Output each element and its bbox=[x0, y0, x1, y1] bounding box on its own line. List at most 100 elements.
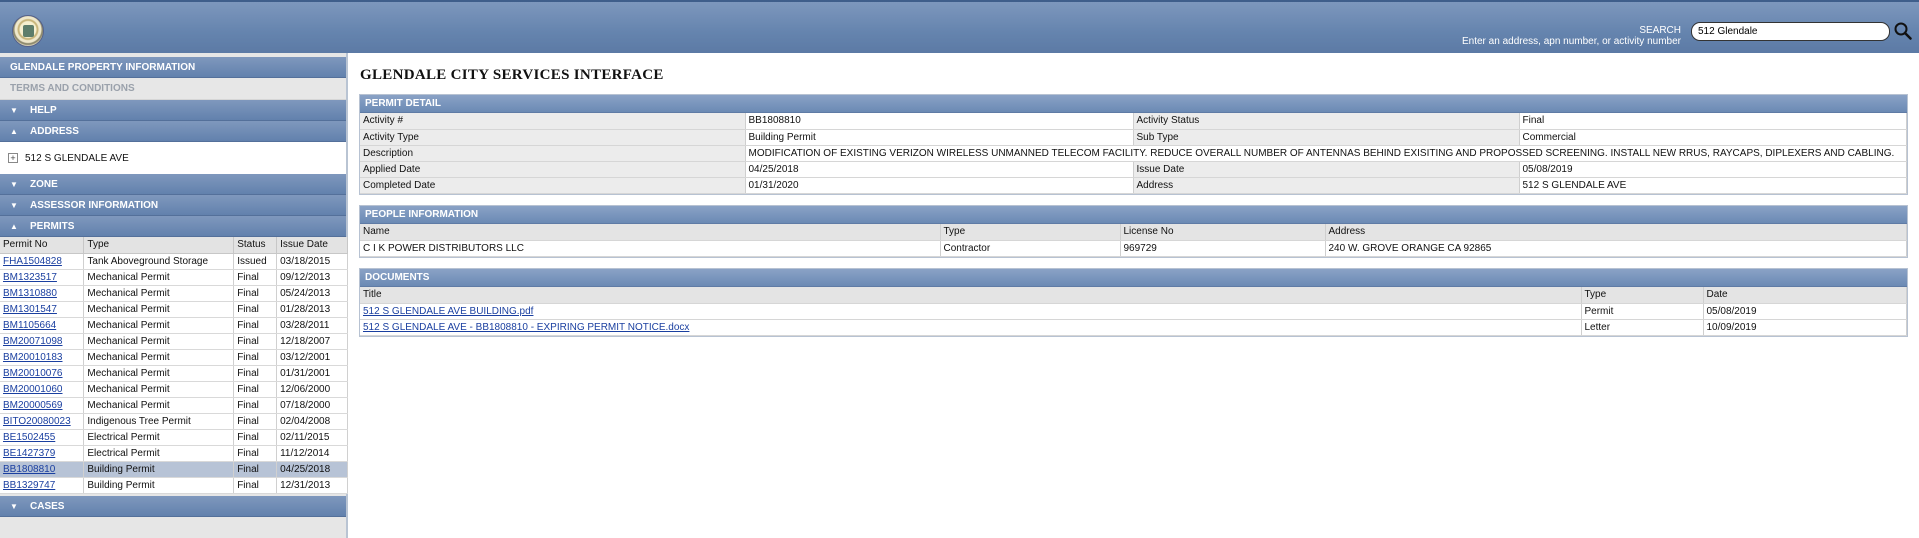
table-row[interactable]: 512 S GLENDALE AVE - BB1808810 - EXPIRIN… bbox=[360, 319, 1907, 336]
permit-type: Mechanical Permit bbox=[83, 397, 235, 414]
documents-panel: DOCUMENTS Title Type Date 512 S GLENDALE… bbox=[359, 268, 1908, 337]
table-row[interactable]: BE1502455 Electrical Permit Final 02/11/201… bbox=[0, 429, 348, 446]
terms-link[interactable]: TERMS AND CONDITIONS bbox=[0, 78, 346, 100]
permits-section-toggle[interactable]: ▲ PERMITS bbox=[0, 216, 346, 237]
table-row[interactable]: BM20010076 Mechanical Permit Final 01/31/20… bbox=[0, 365, 348, 382]
table-row[interactable]: FHA1504828 Tank Aboveground Storage Issued… bbox=[0, 253, 348, 270]
permit-link[interactable]: BM1301547 bbox=[3, 304, 57, 315]
column-header: Type bbox=[83, 237, 235, 254]
chevron-up-icon: ▲ bbox=[10, 127, 18, 136]
sub-type: Commercial bbox=[1519, 129, 1907, 146]
table-row[interactable]: BE1427379 Electrical Permit Final 11/12/201… bbox=[0, 445, 348, 462]
cases-label: CASES bbox=[30, 500, 65, 512]
field-label: Description bbox=[360, 145, 746, 162]
city-seal-logo[interactable] bbox=[12, 15, 44, 47]
issue-date: 05/08/2019 bbox=[1519, 161, 1907, 178]
field-label: Activity Type bbox=[360, 129, 746, 146]
permit-status: Final bbox=[233, 477, 278, 494]
assessor-label: ASSESSOR INFORMATION bbox=[30, 200, 159, 211]
permit-status: Final bbox=[233, 461, 278, 478]
permit-link[interactable]: BM20000569 bbox=[3, 400, 63, 411]
zone-section-toggle[interactable]: ▼ ZONE bbox=[0, 174, 346, 195]
address-section-toggle[interactable]: ▲ ADDRESS bbox=[0, 121, 346, 142]
address-item[interactable]: + 512 S GLENDALE AVE bbox=[0, 142, 346, 174]
page-title: GLENDALE CITY SERVICES INTERFACE bbox=[360, 67, 664, 83]
property-info-header[interactable]: GLENDALE PROPERTY INFORMATION bbox=[0, 57, 346, 78]
permit-link[interactable]: BM1105664 bbox=[3, 320, 56, 331]
search-input[interactable] bbox=[1691, 22, 1890, 41]
assessor-section-toggle[interactable]: ▼ ASSESSOR INFORMATION bbox=[0, 195, 346, 216]
permits-header-row: Permit No Type Status Issue Date bbox=[0, 237, 348, 254]
permit-type: Mechanical Permit bbox=[83, 269, 235, 286]
table-row[interactable]: BB1329747 Building Permit Final 12/31/2013 bbox=[0, 477, 348, 494]
permit-link[interactable]: BE1502455 bbox=[3, 432, 55, 443]
chevron-down-icon: ▼ bbox=[10, 501, 18, 511]
permit-type: Mechanical Permit bbox=[83, 285, 235, 302]
permit-date: 07/18/2000 bbox=[276, 397, 348, 414]
column-header: Title bbox=[360, 287, 1582, 304]
completed-date: 01/31/2020 bbox=[745, 177, 1134, 194]
zone-label: ZONE bbox=[30, 179, 58, 190]
column-header: License No bbox=[1120, 224, 1326, 241]
column-header: Status bbox=[233, 237, 278, 254]
sidebar: GLENDALE PROPERTY INFORMATION TERMS AND … bbox=[0, 53, 348, 538]
address-value: 512 S GLENDALE AVE bbox=[25, 153, 129, 164]
permit-date: 03/18/2015 bbox=[276, 253, 348, 270]
permits-label: PERMITS bbox=[30, 221, 75, 232]
table-row[interactable]: BITO20080023 Indigenous Tree Permit Final 0… bbox=[0, 413, 348, 430]
permit-link[interactable]: BB1808810 bbox=[3, 464, 55, 475]
expand-plus-icon[interactable]: + bbox=[8, 153, 18, 163]
people-panel: PEOPLE INFORMATION Name Type License No … bbox=[359, 205, 1908, 258]
permit-status: Final bbox=[233, 333, 278, 350]
main-content: GLENDALE CITY SERVICES INTERFACE PERMIT … bbox=[351, 53, 1919, 538]
document-link[interactable]: 512 S GLENDALE AVE BUILDING.pdf bbox=[363, 306, 533, 317]
document-link[interactable]: 512 S GLENDALE AVE - BB1808810 - EXPIRIN… bbox=[363, 322, 689, 333]
column-header: Date bbox=[1703, 287, 1907, 304]
permit-link[interactable]: BM20010183 bbox=[3, 352, 63, 363]
cases-section-toggle[interactable]: ▼ CASES bbox=[0, 495, 346, 517]
document-type: Letter bbox=[1581, 319, 1704, 336]
permit-type: Building Permit bbox=[83, 461, 235, 478]
permit-type: Indigenous Tree Permit bbox=[83, 413, 235, 430]
top-header: SEARCH Enter an address, apn number, or … bbox=[0, 0, 1919, 53]
permit-link[interactable]: BB1329747 bbox=[3, 480, 55, 491]
permit-link[interactable]: BM1310880 bbox=[3, 288, 57, 299]
table-row[interactable]: BM20071098 Mechanical Permit Final 12/18/20… bbox=[0, 333, 348, 350]
table-row[interactable]: BM20001060 Mechanical Permit Final 12/06/20… bbox=[0, 381, 348, 398]
field-label: Address bbox=[1133, 177, 1520, 194]
permit-link[interactable]: FHA1504828 bbox=[3, 256, 62, 267]
permit-link[interactable]: BM20010076 bbox=[3, 368, 63, 379]
permit-link[interactable]: BM1323517 bbox=[3, 272, 57, 283]
chevron-down-icon: ▼ bbox=[10, 180, 18, 189]
table-row[interactable]: BM1105664 Mechanical Permit Final 03/28/201… bbox=[0, 317, 348, 334]
chevron-down-icon: ▼ bbox=[10, 106, 18, 115]
permit-link[interactable]: BM20071098 bbox=[3, 336, 63, 347]
permit-date: 02/11/2015 bbox=[276, 429, 348, 446]
permit-type: Electrical Permit bbox=[83, 445, 235, 462]
permit-link[interactable]: BM20001060 bbox=[3, 384, 63, 395]
table-row[interactable]: BM1310880 Mechanical Permit Final 05/24/201… bbox=[0, 285, 348, 302]
document-type: Permit bbox=[1581, 303, 1704, 320]
table-row-selected[interactable]: BB1808810 Building Permit Final 04/25/2018 bbox=[0, 461, 348, 478]
permit-date: 12/06/2000 bbox=[276, 381, 348, 398]
table-row[interactable]: BM1323517 Mechanical Permit Final 09/12/201… bbox=[0, 269, 348, 286]
people-heading: PEOPLE INFORMATION bbox=[360, 206, 1907, 224]
permit-status: Final bbox=[233, 269, 278, 286]
permit-type: Mechanical Permit bbox=[83, 333, 235, 350]
help-section-toggle[interactable]: ▼ HELP bbox=[0, 100, 346, 121]
table-row[interactable]: BM1301547 Mechanical Permit Final 01/28/201… bbox=[0, 301, 348, 318]
search-icon[interactable] bbox=[1893, 21, 1913, 41]
permit-date: 04/25/2018 bbox=[276, 461, 348, 478]
table-row: C I K POWER DISTRIBUTORS LLC Contractor … bbox=[360, 240, 1907, 257]
permit-status: Final bbox=[233, 413, 278, 430]
permits-table: Permit No Type Status Issue Date FHA1504… bbox=[0, 237, 348, 494]
field-label: Applied Date bbox=[360, 161, 746, 178]
table-row[interactable]: BM20010183 Mechanical Permit Final 03/12/20… bbox=[0, 349, 348, 366]
permit-link[interactable]: BITO20080023 bbox=[3, 416, 71, 427]
table-row[interactable]: BM20000569 Mechanical Permit Final 07/18/20… bbox=[0, 397, 348, 414]
table-row[interactable]: 512 S GLENDALE AVE BUILDING.pdf Permit 0… bbox=[360, 303, 1907, 320]
permit-link[interactable]: BE1427379 bbox=[3, 448, 55, 459]
permit-type: Mechanical Permit bbox=[83, 381, 235, 398]
permit-type: Mechanical Permit bbox=[83, 365, 235, 382]
permit-type: Electrical Permit bbox=[83, 429, 235, 446]
